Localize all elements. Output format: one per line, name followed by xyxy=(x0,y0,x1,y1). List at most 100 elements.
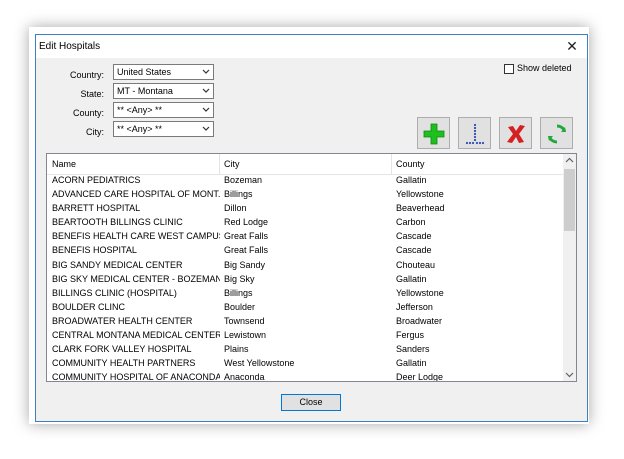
table-row[interactable]: ADVANCED CARE HOSPITAL OF MONT... Billing… xyxy=(47,188,565,202)
green-plus-icon xyxy=(423,123,445,145)
table-row[interactable]: CLARK FORK VALLEY HOSPITAL Plains Sanders xyxy=(47,343,565,357)
cell-county: Sanders xyxy=(396,344,430,355)
list-rows: ACORN PEDIATRICS Bozeman Gallatin ADVANCED … xyxy=(47,174,565,382)
vertical-scrollbar[interactable] xyxy=(563,154,576,381)
cell-city: Anaconda xyxy=(224,372,265,382)
refresh-button[interactable] xyxy=(540,117,573,149)
show-deleted-label: Show deleted xyxy=(517,63,572,73)
cell-name: COMMUNITY HEALTH PARTNERS xyxy=(52,358,196,369)
cell-county: Cascade xyxy=(396,231,432,242)
country-select[interactable]: United States xyxy=(113,64,214,80)
cell-county: Chouteau xyxy=(396,259,436,270)
cell-county: Jefferson xyxy=(396,301,433,312)
state-value: MT - Montana xyxy=(117,86,173,96)
column-header-name[interactable]: Name xyxy=(52,159,76,169)
edit-hospitals-dialog: Edit Hospitals ✕ Country: United States … xyxy=(35,34,588,422)
table-row[interactable]: CENTRAL MONTANA MEDICAL CENTER Lewistown F… xyxy=(47,329,565,343)
cell-name: ADVANCED CARE HOSPITAL OF MONT... xyxy=(52,189,220,200)
cell-county: Beaverhead xyxy=(396,203,445,214)
state-label: State: xyxy=(80,89,104,99)
country-value: United States xyxy=(117,67,172,77)
hospitals-list[interactable]: Name City County ACORN PEDIATRICS Bozeman… xyxy=(46,153,577,382)
cell-name: CENTRAL MONTANA MEDICAL CENTER xyxy=(52,330,220,341)
add-button[interactable] xyxy=(417,117,450,149)
scroll-down-icon[interactable] xyxy=(563,368,576,381)
table-row[interactable]: BENEFIS HEALTH CARE WEST CAMPUS Great Fal… xyxy=(47,230,565,244)
table-row[interactable]: BIG SANDY MEDICAL CENTER Big Sandy Choutea… xyxy=(47,259,565,273)
cell-county: Deer Lodge xyxy=(396,372,444,382)
chevron-down-icon xyxy=(202,126,210,131)
table-row[interactable]: BILLINGS CLINIC (HOSPITAL) Billings Yellow… xyxy=(47,287,565,301)
cell-city: Great Falls xyxy=(224,245,269,256)
cell-city: Plains xyxy=(224,344,249,355)
list-header: Name City County xyxy=(47,154,565,175)
city-label: City: xyxy=(86,127,104,137)
cell-county: Cascade xyxy=(396,245,432,256)
table-row[interactable]: BOULDER CLINC Boulder Jefferson xyxy=(47,301,565,315)
cell-name: BENEFIS HEALTH CARE WEST CAMPUS xyxy=(52,231,220,242)
state-select[interactable]: MT - Montana xyxy=(113,83,214,99)
cell-city: Billings xyxy=(224,189,253,200)
column-divider[interactable] xyxy=(219,154,220,174)
table-row[interactable]: BROADWATER HEALTH CENTER Townsend Broadwat… xyxy=(47,315,565,329)
cell-city: Boulder xyxy=(224,301,256,312)
cell-city: Billings xyxy=(224,287,253,298)
cell-name: BEARTOOTH BILLINGS CLINIC xyxy=(52,217,183,228)
edit-button[interactable] xyxy=(458,117,491,149)
cell-county: Yellowstone xyxy=(396,189,444,200)
delete-button[interactable] xyxy=(499,117,532,149)
close-button[interactable]: Close xyxy=(281,394,341,411)
cell-name: ACORN PEDIATRICS xyxy=(52,175,141,185)
cell-county: Yellowstone xyxy=(396,287,444,298)
cell-name: CLARK FORK VALLEY HOSPITAL xyxy=(52,344,192,355)
column-header-county[interactable]: County xyxy=(396,159,425,169)
cell-name: BIG SANDY MEDICAL CENTER xyxy=(52,259,183,270)
scroll-up-icon[interactable] xyxy=(563,154,576,167)
table-row[interactable]: BARRETT HOSPITAL Dillon Beaverhead xyxy=(47,202,565,216)
cell-city: Dillon xyxy=(224,203,247,214)
county-label: County: xyxy=(72,108,104,118)
checkbox-box[interactable] xyxy=(504,64,514,74)
blue-dotted-i-icon xyxy=(465,123,485,145)
column-header-city[interactable]: City xyxy=(224,159,240,169)
column-divider[interactable] xyxy=(391,154,392,174)
cell-city: West Yellowstone xyxy=(224,358,295,369)
scrollbar-thumb[interactable] xyxy=(564,169,575,231)
cell-name: BOULDER CLINC xyxy=(52,301,126,312)
cell-city: Big Sky xyxy=(224,273,255,284)
red-x-icon xyxy=(507,125,525,143)
county-value: ** <Any> ** xyxy=(117,105,163,115)
cell-city: Lewistown xyxy=(224,330,267,341)
chevron-down-icon xyxy=(202,88,210,93)
cell-county: Gallatin xyxy=(396,273,427,284)
cell-county: Broadwater xyxy=(396,315,443,326)
city-select[interactable]: ** <Any> ** xyxy=(113,121,214,137)
cell-name: BIG SKY MEDICAL CENTER - BOZEMAN ... xyxy=(52,273,220,284)
cell-county: Fergus xyxy=(396,330,425,341)
table-row[interactable]: COMMUNITY HEALTH PARTNERS West Yellowston… xyxy=(47,357,565,371)
cell-county: Carbon xyxy=(396,217,426,228)
cell-city: Great Falls xyxy=(224,231,269,242)
table-row[interactable]: BENEFIS HOSPITAL Great Falls Cascade xyxy=(47,244,565,258)
cell-city: Red Lodge xyxy=(224,217,269,228)
cell-county: Gallatin xyxy=(396,175,427,185)
cell-city: Townsend xyxy=(224,315,265,326)
close-icon[interactable]: ✕ xyxy=(563,37,581,55)
table-row[interactable]: BEARTOOTH BILLINGS CLINIC Red Lodge Carbon xyxy=(47,216,565,230)
city-value: ** <Any> ** xyxy=(117,124,163,134)
table-row[interactable]: COMMUNITY HOSPITAL OF ANACONDA Anaconda De… xyxy=(47,371,565,382)
green-refresh-icon xyxy=(548,124,566,144)
cell-name: BARRETT HOSPITAL xyxy=(52,203,141,214)
chevron-down-icon xyxy=(202,69,210,74)
table-row[interactable]: ACORN PEDIATRICS Bozeman Gallatin xyxy=(47,174,565,188)
cell-name: BILLINGS CLINIC (HOSPITAL) xyxy=(52,287,177,298)
window-title: Edit Hospitals xyxy=(39,41,101,52)
title-bar: Edit Hospitals ✕ xyxy=(36,35,587,58)
table-row[interactable]: BIG SKY MEDICAL CENTER - BOZEMAN ... Big … xyxy=(47,273,565,287)
country-label: Country: xyxy=(69,70,104,80)
cell-name: COMMUNITY HOSPITAL OF ANACONDA xyxy=(52,372,220,382)
chevron-down-icon xyxy=(202,107,210,112)
county-select[interactable]: ** <Any> ** xyxy=(113,102,214,118)
cell-name: BENEFIS HOSPITAL xyxy=(52,245,137,256)
cell-city: Big Sandy xyxy=(224,259,266,270)
